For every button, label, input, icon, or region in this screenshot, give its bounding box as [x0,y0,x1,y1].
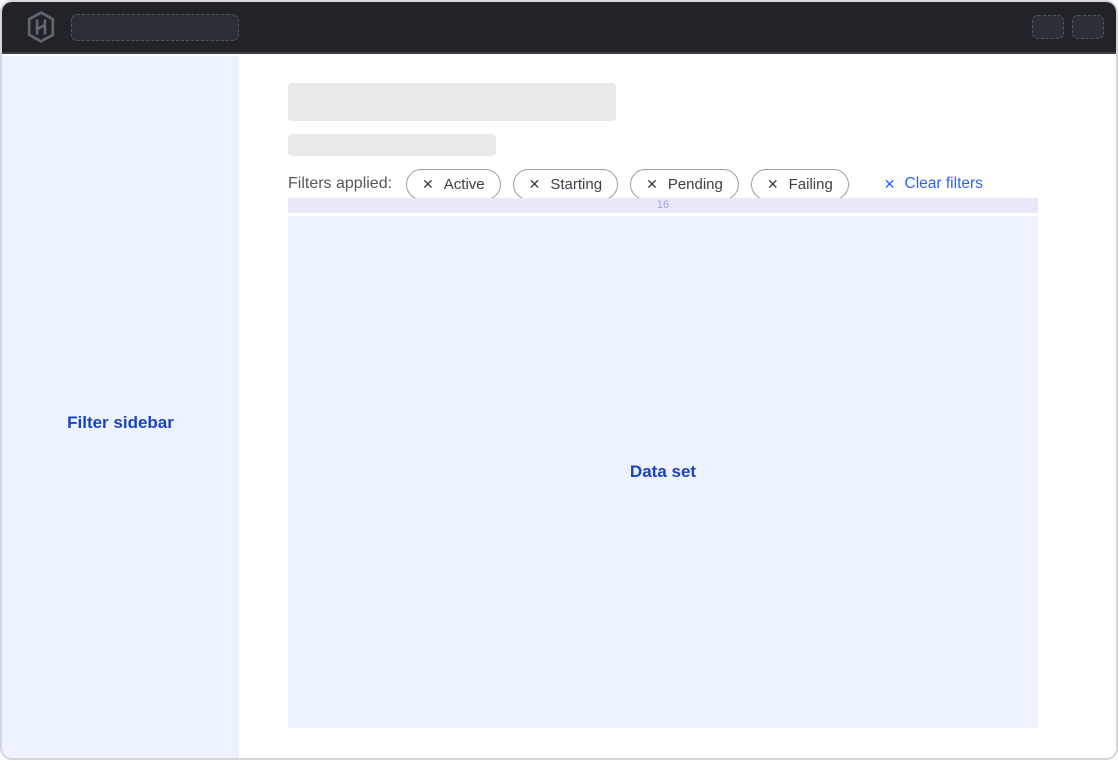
data-set-panel: Data set [288,216,1038,728]
close-icon[interactable]: ✕ [422,177,434,191]
clear-filters-button[interactable]: ✕ Clear filters [884,175,983,193]
data-set-label: Data set [630,462,696,482]
filter-chip-pending[interactable]: ✕ Pending [630,169,739,200]
close-icon: ✕ [884,177,896,191]
title-placeholder-bar [288,83,616,121]
close-icon[interactable]: ✕ [767,177,779,191]
close-icon[interactable]: ✕ [646,177,658,191]
filter-chip-label: Starting [550,176,602,193]
filter-chip-active[interactable]: ✕ Active [406,169,501,200]
filter-chip-label: Pending [668,176,723,193]
filter-chip-failing[interactable]: ✕ Failing [751,169,849,200]
filter-chip-starting[interactable]: ✕ Starting [513,169,618,200]
filter-sidebar: Filter sidebar [2,56,239,758]
result-count-bar: 16 [288,198,1038,213]
filter-chip-label: Failing [789,176,833,193]
nav-placeholder-button-1 [1032,15,1064,39]
subtitle-placeholder-bar [288,134,496,156]
top-nav-bar [2,2,1116,54]
app-window: Filter sidebar Filters applied: ✕ Active… [0,0,1118,760]
filter-sidebar-label: Filter sidebar [2,413,239,433]
filters-applied-label: Filters applied: [288,175,392,193]
applied-filters-row: Filters applied: ✕ Active ✕ Starting ✕ P… [288,168,983,200]
hashicorp-logo-icon [26,11,56,43]
nav-placeholder-pill [71,14,239,41]
close-icon[interactable]: ✕ [529,177,541,191]
nav-placeholder-button-2 [1072,15,1104,39]
clear-filters-label: Clear filters [905,175,983,193]
filter-chip-label: Active [444,176,485,193]
